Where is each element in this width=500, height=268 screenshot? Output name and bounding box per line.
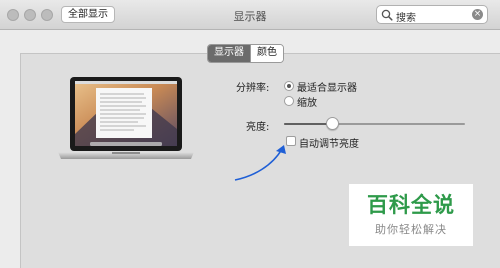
resolution-label: 分辨率:	[236, 83, 270, 94]
tab-bar: 显示器 颜色	[207, 44, 284, 63]
tab-display[interactable]: 显示器	[208, 45, 250, 62]
annotation-arrow	[234, 145, 286, 181]
radio-scaled[interactable]	[284, 96, 294, 106]
laptop-illustration	[58, 77, 194, 159]
search-field[interactable]: 搜索 ×	[376, 5, 488, 24]
watermark-subtitle: 助你轻松解决	[375, 223, 447, 236]
option-best-for-display-label: 最适合显示器	[297, 83, 357, 94]
brightness-slider-track[interactable]	[284, 123, 465, 125]
tab-color[interactable]: 颜色	[250, 45, 283, 62]
auto-brightness-label: 自动调节亮度	[299, 139, 359, 150]
search-icon	[381, 9, 393, 21]
watermark-title: 百科全说	[367, 193, 455, 217]
brightness-label: 亮度:	[246, 122, 270, 133]
watermark-logo: 百科全说 助你轻松解决	[349, 184, 473, 246]
search-input[interactable]: 搜索	[396, 9, 416, 24]
option-scaled-label: 缩放	[297, 98, 317, 109]
window-titlebar: 全部显示 显示器 搜索 ×	[0, 0, 500, 30]
radio-best-for-display[interactable]	[284, 81, 294, 91]
clear-search-icon[interactable]: ×	[472, 9, 483, 20]
